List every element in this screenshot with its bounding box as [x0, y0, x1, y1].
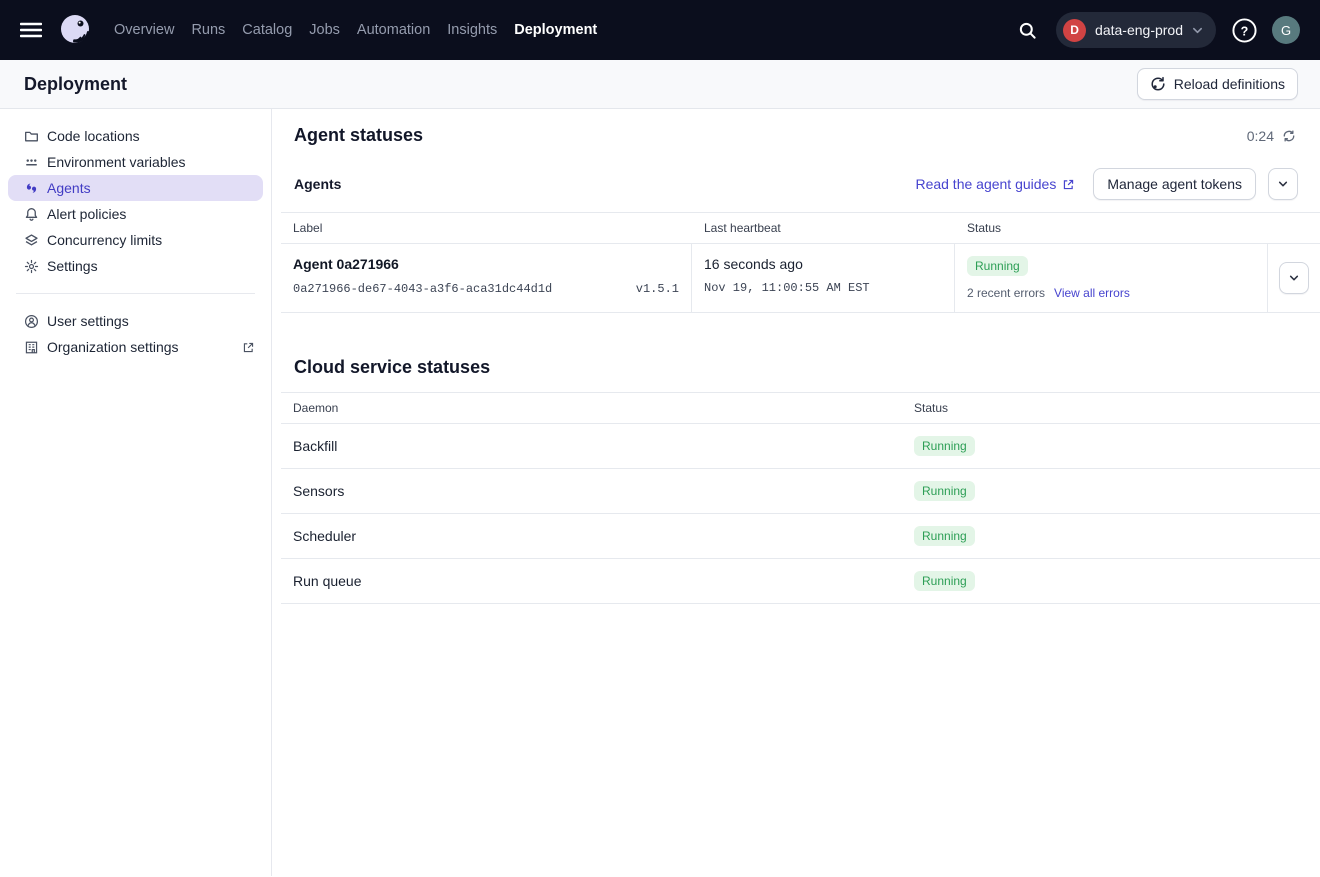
refresh-button[interactable]: [1282, 129, 1296, 143]
col-header-status: Status: [955, 213, 1268, 243]
nav-item-automation[interactable]: Automation: [357, 18, 430, 42]
countdown-value: 0:24: [1247, 128, 1274, 144]
external-link-icon: [242, 341, 255, 354]
status-badge: Running: [914, 526, 975, 546]
col-header-label: Label: [281, 213, 692, 243]
dagster-logo[interactable]: [56, 11, 94, 49]
nav-item-jobs[interactable]: Jobs: [309, 18, 340, 42]
gear-icon: [24, 259, 39, 274]
cloud-services-table: Daemon Status Backfill Running Sensors R…: [281, 392, 1320, 604]
cloud-service-statuses-title: Cloud service statuses: [294, 357, 1320, 378]
nav-item-catalog[interactable]: Catalog: [242, 18, 292, 42]
agent-id: 0a271966-de67-4043-a3f6-aca31dc44d1d: [293, 282, 552, 296]
col-header-daemon: Daemon: [281, 393, 902, 423]
daemon-name: Run queue: [281, 559, 902, 603]
sidebar-item-alert-policies[interactable]: Alert policies: [8, 201, 263, 227]
agents-table-header: Label Last heartbeat Status: [281, 213, 1320, 244]
agent-guides-link[interactable]: Read the agent guides: [915, 176, 1075, 192]
heartbeat-relative: 16 seconds ago: [704, 256, 942, 272]
sidebar-item-agents[interactable]: Agents: [8, 175, 263, 201]
sidebar-item-code-locations[interactable]: Code locations: [8, 123, 263, 149]
sidebar-item-user-settings[interactable]: User settings: [8, 308, 263, 334]
reload-icon: [1150, 76, 1166, 92]
chevron-down-icon: [1289, 273, 1299, 283]
main-content: Agent statuses 0:24 Agents: [272, 109, 1320, 876]
sidebar-item-concurrency-limits[interactable]: Concurrency limits: [8, 227, 263, 253]
recent-errors-text: 2 recent errors: [967, 286, 1045, 300]
search-icon: [1018, 21, 1037, 40]
sidebar-item-settings[interactable]: Settings: [8, 253, 263, 279]
daemon-row-run-queue: Run queue Running: [281, 559, 1320, 604]
view-all-errors-link[interactable]: View all errors: [1054, 286, 1130, 300]
nav-item-runs[interactable]: Runs: [191, 18, 225, 42]
user-avatar[interactable]: G: [1272, 16, 1300, 44]
folder-icon: [24, 129, 39, 144]
external-link-icon: [1062, 178, 1075, 191]
chevron-down-icon: [1192, 25, 1203, 36]
manage-agent-tokens-button[interactable]: Manage agent tokens: [1093, 168, 1256, 200]
sidebar-item-environment-variables[interactable]: Environment variables: [8, 149, 263, 175]
refresh-icon: [1282, 129, 1296, 143]
help-button[interactable]: ?: [1229, 15, 1259, 45]
agent-row-expand-button[interactable]: [1279, 262, 1309, 294]
deployment-initial-badge: D: [1063, 19, 1086, 42]
status-badge: Running: [914, 436, 975, 456]
sidebar-item-organization-settings[interactable]: Organization settings: [8, 334, 263, 360]
main-nav: Overview Runs Catalog Jobs Automation In…: [114, 18, 597, 42]
agent-statuses-title: Agent statuses: [294, 125, 423, 146]
agent-row: Agent 0a271966 0a271966-de67-4043-a3f6-a…: [281, 244, 1320, 313]
daemon-row-backfill: Backfill Running: [281, 424, 1320, 469]
agents-section-label: Agents: [294, 176, 341, 192]
layers-icon: [24, 233, 39, 248]
col-header-status: Status: [902, 393, 1320, 423]
agents-menu-button[interactable]: [1268, 168, 1298, 200]
agents-icon: [24, 181, 39, 196]
agent-label: Agent 0a271966: [293, 256, 679, 272]
nav-item-insights[interactable]: Insights: [447, 18, 497, 42]
reload-definitions-button[interactable]: Reload definitions: [1137, 68, 1298, 100]
top-nav: Overview Runs Catalog Jobs Automation In…: [0, 0, 1320, 60]
hamburger-menu-button[interactable]: [16, 15, 46, 45]
chevron-down-icon: [1278, 179, 1288, 189]
search-button[interactable]: [1011, 14, 1043, 46]
daemon-row-scheduler: Scheduler Running: [281, 514, 1320, 559]
deployment-sidebar: Code locations Environment variables Age…: [0, 109, 272, 876]
sidebar-divider: [16, 293, 255, 294]
cloud-table-header: Daemon Status: [281, 393, 1320, 424]
env-vars-icon: [24, 155, 39, 170]
col-header-last-heartbeat: Last heartbeat: [692, 213, 955, 243]
daemon-name: Scheduler: [281, 514, 902, 558]
nav-item-deployment[interactable]: Deployment: [514, 18, 597, 42]
nav-item-overview[interactable]: Overview: [114, 18, 174, 42]
deployment-name: data-eng-prod: [1095, 22, 1183, 38]
building-icon: [24, 340, 39, 355]
bell-icon: [24, 207, 39, 222]
hamburger-icon: [20, 22, 42, 38]
daemon-name: Sensors: [281, 469, 902, 513]
daemon-row-sensors: Sensors Running: [281, 469, 1320, 514]
top-nav-right: D data-eng-prod ? G: [1011, 12, 1300, 48]
help-icon: ?: [1231, 17, 1258, 44]
status-badge: Running: [914, 481, 975, 501]
deployment-switcher[interactable]: D data-eng-prod: [1056, 12, 1216, 48]
col-header-actions: [1268, 213, 1320, 243]
page-header: Deployment Reload definitions: [0, 60, 1320, 109]
agents-table: Label Last heartbeat Status Agent 0a2719…: [281, 212, 1320, 313]
page-title: Deployment: [24, 74, 127, 95]
status-badge: Running: [914, 571, 975, 591]
status-badge: Running: [967, 256, 1028, 276]
user-icon: [24, 314, 39, 329]
refresh-countdown: 0:24: [1247, 128, 1296, 144]
agent-version: v1.5.1: [636, 282, 679, 296]
svg-text:?: ?: [1240, 24, 1248, 38]
heartbeat-timestamp: Nov 19, 11:00:55 AM EST: [704, 281, 942, 295]
daemon-name: Backfill: [281, 424, 902, 468]
